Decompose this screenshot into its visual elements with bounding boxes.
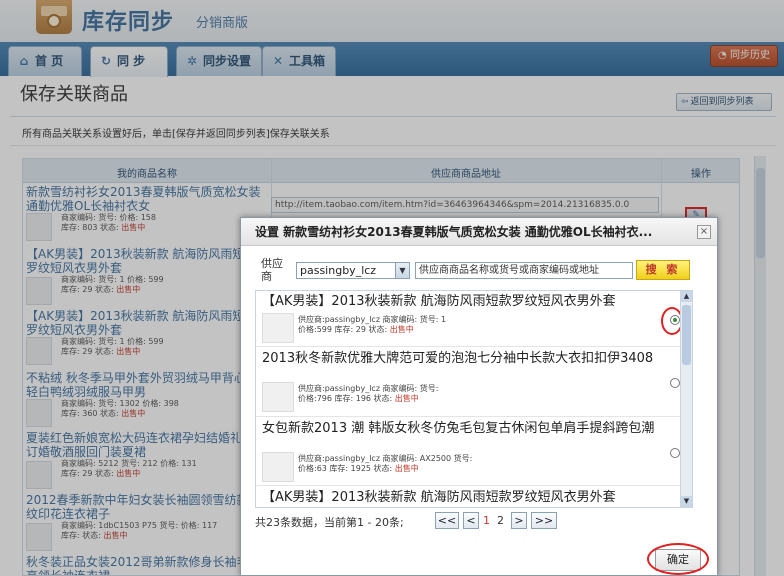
search-input[interactable]: 供应商商品名称或货号或商家编码或地址 <box>415 262 633 279</box>
scroll-up-icon[interactable]: ▲ <box>681 291 692 302</box>
select-radio[interactable] <box>670 378 680 388</box>
list-scrollbar[interactable]: ▲ ▼ <box>680 291 692 507</box>
product-thumbnail <box>262 313 294 343</box>
supplier-select[interactable]: passingby_lcz ▼ <box>296 262 410 279</box>
annotation-circle <box>647 543 709 575</box>
list-item[interactable]: 女包新款2013 潮 韩版女秋冬仿兔毛包复古休闲包单肩手提斜跨包潮 供应商:pa… <box>256 418 680 486</box>
link-product-dialog: 设置 新款雪纺衬衫女2013春夏韩版气质宽松女装 通勤优雅OL长袖衬衣... ×… <box>240 217 718 576</box>
next-page-button[interactable]: > <box>511 512 527 529</box>
scroll-down-icon[interactable]: ▼ <box>681 496 692 507</box>
last-page-button[interactable]: >> <box>531 512 557 529</box>
supplier-label: 供应商 <box>261 257 283 283</box>
chevron-down-icon[interactable]: ▼ <box>395 263 409 278</box>
close-icon[interactable]: × <box>697 225 711 239</box>
search-button[interactable]: 搜 索 <box>636 260 690 280</box>
product-thumbnail <box>262 382 294 412</box>
page-2-link[interactable]: 2 <box>497 514 504 527</box>
pager-info: 共23条数据，当前第1 - 20条; <box>255 516 404 529</box>
dialog-title: 设置 新款雪纺衬衫女2013春夏韩版气质宽松女装 通勤优雅OL长袖衬衣... <box>241 218 717 246</box>
select-radio[interactable] <box>670 448 680 458</box>
list-item[interactable]: 【AK男装】2013秋装新款 航海防风雨短款罗纹短风衣男外套 <box>256 487 680 507</box>
supplier-product-list: 【AK男装】2013秋装新款 航海防风雨短款罗纹短风衣男外套 供应商:passi… <box>255 290 693 508</box>
first-page-button[interactable]: << <box>435 512 459 529</box>
list-item[interactable]: 2013秋冬新款优雅大牌范可爱的泡泡七分袖中长款大衣扣扣伊3408 供应商:pa… <box>256 348 680 417</box>
page-1-link[interactable]: 1 <box>483 514 490 527</box>
list-item[interactable]: 【AK男装】2013秋装新款 航海防风雨短款罗纹短风衣男外套 供应商:passi… <box>256 291 683 347</box>
prev-page-button[interactable]: < <box>463 512 479 529</box>
product-thumbnail <box>262 452 294 482</box>
